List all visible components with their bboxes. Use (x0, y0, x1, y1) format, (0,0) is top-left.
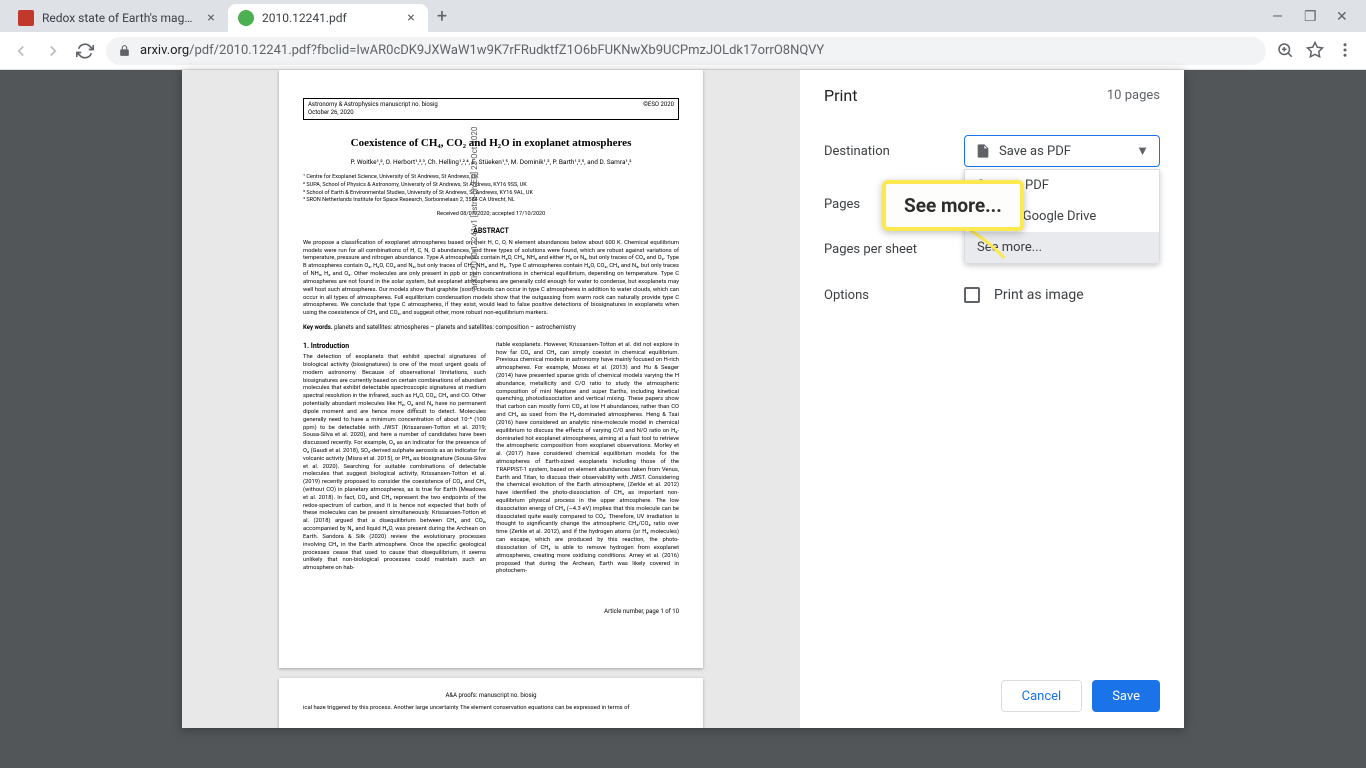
window-controls: — ❐ ✕ (1272, 9, 1358, 23)
favicon-icon (238, 10, 254, 26)
destination-label: Destination (824, 144, 964, 159)
paper-keywords: Key words. planets and satellites: atmos… (303, 324, 679, 332)
paper-affiliations: ¹ Centre for Exoplanet Science, Universi… (303, 174, 679, 205)
back-button[interactable] (10, 40, 32, 62)
browser-tab-active[interactable]: 2010.12241.pdf × (228, 4, 428, 32)
paper-header-left: Astronomy & Astrophysics manuscript no. … (308, 101, 438, 117)
arxiv-sidebar-text: arXiv:2010.12241v1 [astro-ph.EP] 23 Oct … (470, 70, 479, 290)
favicon-icon (18, 10, 34, 26)
tab-bar: Redox state of Earth's magma o × 2010.12… (0, 0, 1366, 32)
toolbar: arxiv.org/pdf/2010.12241.pdf?fbclid=IwAR… (0, 32, 1366, 70)
chevron-down-icon: ▼ (1136, 143, 1149, 159)
abstract-heading: ABSTRACT (303, 227, 679, 236)
page-preview-2: A&A proofs: manuscript no. biosig ical h… (279, 678, 703, 728)
url-path: /pdf/2010.12241.pdf?fbclid=IwAR0cDK9JXWa… (189, 43, 824, 58)
reload-button[interactable] (74, 40, 96, 62)
paper-title: Coexistence of CH₄, CO₂ and H₂O in exopl… (303, 136, 679, 150)
print-as-image-checkbox[interactable] (964, 287, 980, 303)
callout-annotation: See more... (882, 180, 1024, 231)
print-preview-pane: Astronomy & Astrophysics manuscript no. … (182, 70, 800, 728)
print-as-image-label: Print as image (994, 287, 1084, 303)
intro-heading: 1. Introduction (303, 342, 486, 351)
paper-col2: itable exoplanets. However, Krissansen-T… (496, 342, 679, 576)
print-title: Print (824, 86, 857, 105)
paper-authors: P. Woitke¹,², O. Herbort¹,²,³, Ch. Helli… (303, 158, 679, 166)
page2-text: ical haze triggered by this process. Ano… (279, 699, 703, 711)
page2-header: A&A proofs: manuscript no. biosig (279, 678, 703, 699)
new-tab-button[interactable]: + (428, 2, 456, 30)
paper-col1: The detection of exoplanets that exhibit… (303, 354, 486, 573)
close-icon[interactable]: × (204, 11, 218, 25)
options-label: Options (824, 288, 964, 303)
page-count: 10 pages (1107, 88, 1160, 103)
destination-dropdown[interactable]: Save as PDF ▼ Save as PDF Save to Google… (964, 135, 1160, 167)
star-icon[interactable] (1306, 41, 1326, 61)
forward-button[interactable] (42, 40, 64, 62)
tab-title: 2010.12241.pdf (262, 11, 398, 25)
pages-per-sheet-label: Pages per sheet (824, 242, 964, 257)
print-dialog: Astronomy & Astrophysics manuscript no. … (182, 70, 1184, 728)
tab-title: Redox state of Earth's magma o (42, 11, 198, 25)
url-host: arxiv.org (140, 43, 189, 58)
close-window-icon[interactable]: ✕ (1336, 9, 1350, 23)
browser-tab[interactable]: Redox state of Earth's magma o × (8, 4, 228, 32)
cancel-button[interactable]: Cancel (1001, 680, 1083, 712)
destination-selected: Save as PDF (999, 144, 1136, 159)
lock-icon (118, 44, 132, 58)
maximize-icon[interactable]: ❐ (1304, 9, 1318, 23)
zoom-icon[interactable] (1276, 41, 1296, 61)
close-icon[interactable]: × (404, 11, 418, 25)
menu-item-see-more[interactable]: See more... (965, 232, 1159, 263)
paper-received: Received 08/07/2020; accepted 17/10/2020 (303, 211, 679, 219)
page-number: Article number, page 1 of 10 (279, 604, 703, 615)
address-bar[interactable]: arxiv.org/pdf/2010.12241.pdf?fbclid=IwAR… (106, 37, 1266, 65)
paper-abstract: We propose a classification of exoplanet… (303, 240, 679, 318)
pdf-icon (975, 143, 991, 159)
minimize-icon[interactable]: — (1272, 9, 1286, 23)
menu-icon[interactable] (1336, 41, 1356, 61)
paper-header-right: ©ESO 2020 (643, 101, 674, 117)
print-settings-pane: Print 10 pages Destination Save as PDF ▼… (800, 70, 1184, 728)
save-button[interactable]: Save (1092, 680, 1160, 712)
page-preview-1: Astronomy & Astrophysics manuscript no. … (279, 70, 703, 668)
